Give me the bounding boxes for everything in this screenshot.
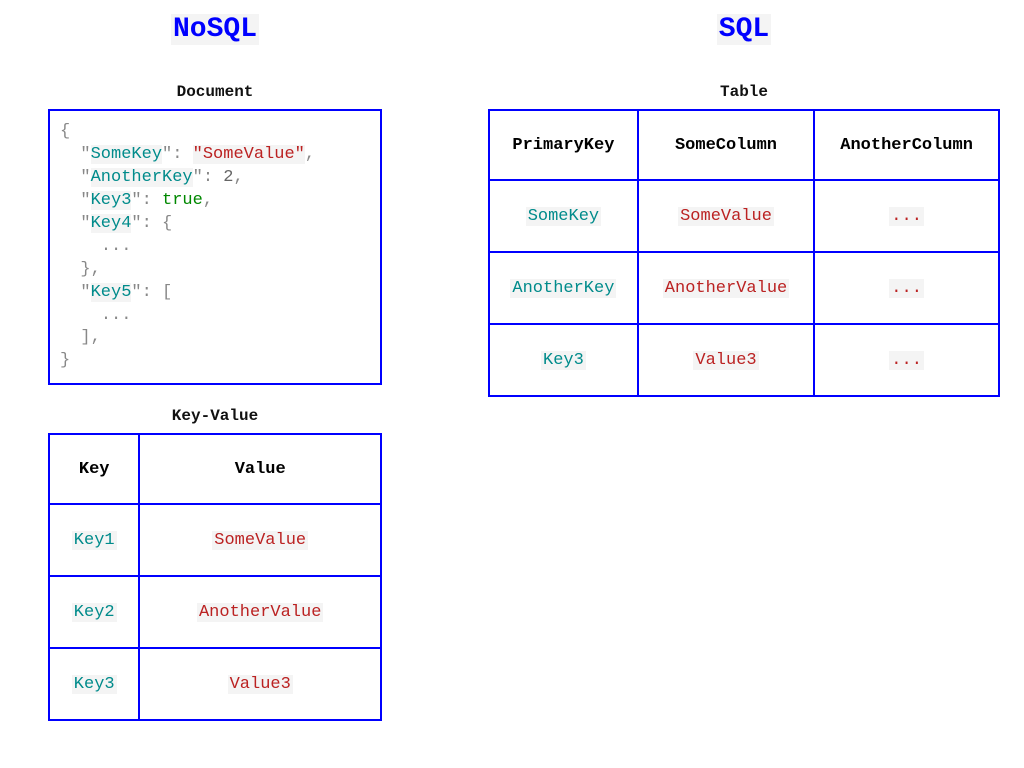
sql-title-wrap: SQL — [488, 0, 1000, 45]
sql-col: ... — [889, 279, 924, 298]
keyvalue-table: Key Value Key1 SomeValue Key2 AnotherVal… — [48, 433, 382, 721]
nosql-column: NoSQL Document { "SomeKey": "SomeValue",… — [0, 0, 440, 721]
code-string: "SomeValue" — [193, 145, 305, 164]
table-header: AnotherColumn — [814, 110, 999, 180]
table-header: SomeColumn — [638, 110, 814, 180]
document-label: Document — [48, 83, 382, 101]
table-header: Key — [49, 434, 139, 504]
document-code-box: { "SomeKey": "SomeValue", "AnotherKey": … — [48, 109, 382, 385]
table-row: SomeKey SomeValue ... — [489, 180, 999, 252]
table-row: Key3 Value3 ... — [489, 324, 999, 396]
sql-table: PrimaryKey SomeColumn AnotherColumn Some… — [488, 109, 1000, 397]
code-ellipsis: ... — [101, 306, 132, 325]
code-key: SomeKey — [91, 145, 162, 164]
sql-pk: SomeKey — [526, 207, 601, 226]
table-header: Value — [139, 434, 381, 504]
table-label: Table — [488, 83, 1000, 101]
code-number: 2 — [223, 168, 233, 187]
code-key: Key3 — [91, 191, 132, 210]
sql-pk: AnotherKey — [510, 279, 616, 298]
sql-col: AnotherValue — [663, 279, 789, 298]
kv-val: Value3 — [228, 675, 293, 694]
table-row: AnotherKey AnotherValue ... — [489, 252, 999, 324]
sql-col: ... — [889, 351, 924, 370]
code-key: AnotherKey — [91, 168, 193, 187]
sql-column: SQL Table PrimaryKey SomeColumn AnotherC… — [440, 0, 1024, 397]
table-row: Key3 Value3 — [49, 648, 381, 720]
table-header-row: PrimaryKey SomeColumn AnotherColumn — [489, 110, 999, 180]
sql-col: SomeValue — [678, 207, 774, 226]
kv-key: Key2 — [72, 603, 117, 622]
kv-key: Key1 — [72, 531, 117, 550]
sql-title: SQL — [717, 14, 771, 45]
nosql-title-wrap: NoSQL — [48, 0, 382, 45]
table-row: Key2 AnotherValue — [49, 576, 381, 648]
table-header: PrimaryKey — [489, 110, 638, 180]
kv-val: AnotherValue — [197, 603, 323, 622]
code-bool: true — [162, 191, 203, 210]
code-ellipsis: ... — [101, 237, 132, 256]
code-key: Key5 — [91, 283, 132, 302]
sql-col: ... — [889, 207, 924, 226]
table-header-row: Key Value — [49, 434, 381, 504]
kv-key: Key3 — [72, 675, 117, 694]
table-row: Key1 SomeValue — [49, 504, 381, 576]
keyvalue-label: Key-Value — [48, 407, 382, 425]
nosql-title: NoSQL — [171, 14, 259, 45]
sql-pk: Key3 — [541, 351, 586, 370]
sql-col: Value3 — [693, 351, 758, 370]
kv-val: SomeValue — [212, 531, 308, 550]
code-key: Key4 — [91, 214, 132, 233]
